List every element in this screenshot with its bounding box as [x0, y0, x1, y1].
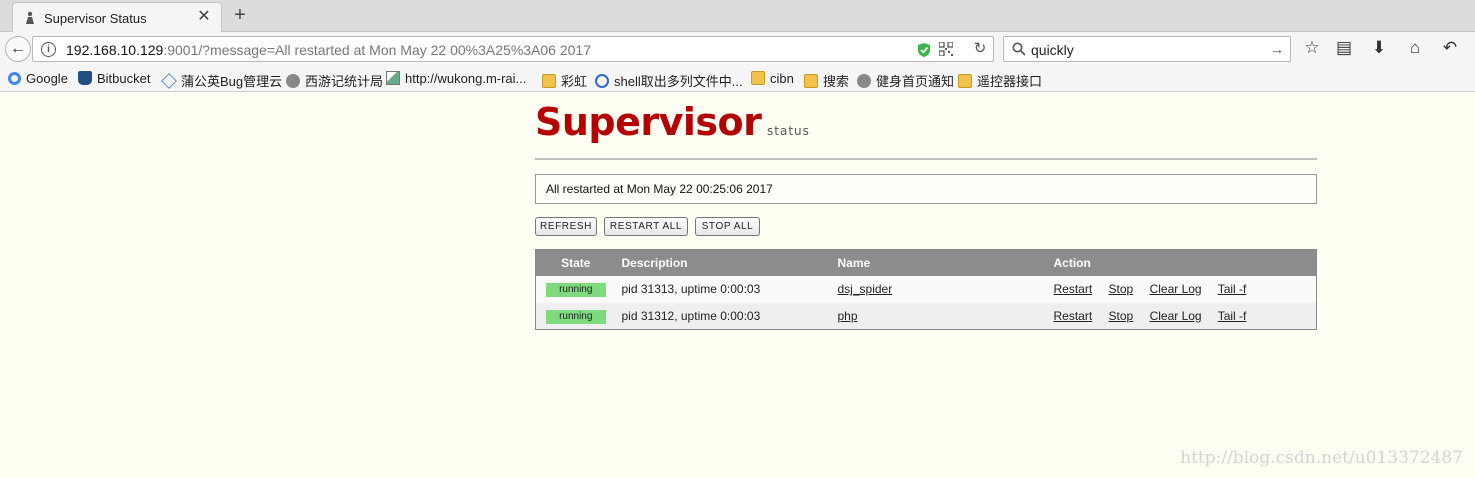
bookmark-label: 搜索: [823, 74, 850, 89]
folder-icon: [958, 74, 972, 88]
globe-icon: [595, 74, 609, 88]
undo-icon[interactable]: ↶: [1440, 38, 1460, 58]
url-path: :9001/?message=All restarted at Mon May …: [163, 42, 591, 58]
description-cell: pid 31313, uptime 0:00:03: [615, 275, 832, 303]
tail-link[interactable]: Tail -f: [1218, 309, 1247, 323]
image-icon: [386, 71, 400, 85]
info-icon[interactable]: i: [41, 42, 56, 57]
url-host: 192.168.10.129: [66, 42, 164, 58]
search-input[interactable]: quickly: [1031, 42, 1074, 58]
folder-icon: [804, 74, 818, 88]
bookmark-label: cibn: [770, 71, 794, 86]
url-text[interactable]: 192.168.10.129:9001/?message=All restart…: [66, 42, 591, 58]
status-message: All restarted at Mon May 22 00:25:06 201…: [535, 174, 1317, 204]
stop-all-button[interactable]: STOP ALL: [695, 217, 760, 236]
tab-title: Supervisor Status: [44, 11, 147, 26]
address-bar[interactable]: i 192.168.10.129:9001/?message=All resta…: [32, 36, 994, 62]
table-row: running pid 31313, uptime 0:00:03 dsj_sp…: [535, 275, 1317, 303]
clear-log-link[interactable]: Clear Log: [1150, 282, 1202, 296]
search-go-arrow-icon[interactable]: →: [1270, 41, 1284, 57]
description-cell: pid 31312, uptime 0:00:03: [615, 302, 832, 330]
reader-icon[interactable]: ▤: [1334, 38, 1354, 58]
bookmark-folder-caihong[interactable]: 彩虹: [542, 71, 588, 89]
bookmark-label: Bitbucket: [97, 71, 151, 86]
logo-subtitle: status: [767, 124, 810, 138]
column-header-name: Name: [831, 249, 1048, 276]
bookmark-label: 蒲公英Bug管理云: [181, 74, 283, 89]
stop-link[interactable]: Stop: [1109, 282, 1134, 296]
header-divider: [535, 158, 1317, 160]
process-table: State Description Name Action running pi…: [535, 249, 1317, 330]
state-cell: running: [535, 302, 616, 330]
download-icon[interactable]: ⬇: [1369, 38, 1389, 58]
bookmark-pgyer[interactable]: 蒲公英Bug管理云: [161, 71, 283, 89]
google-icon: [8, 72, 21, 85]
reload-icon[interactable]: ↻: [971, 40, 989, 58]
status-badge: running: [545, 309, 606, 324]
new-tab-icon[interactable]: +: [230, 5, 250, 25]
globe-icon: [857, 74, 871, 88]
folder-icon: [542, 74, 556, 88]
close-tab-icon[interactable]: ✕: [195, 8, 213, 26]
stop-link[interactable]: Stop: [1109, 309, 1134, 323]
folder-icon: [751, 71, 765, 85]
action-cell: Restart Stop Clear Log Tail -f: [1047, 275, 1317, 303]
tab-strip: Supervisor Status ✕ +: [0, 0, 1475, 32]
tail-link[interactable]: Tail -f: [1218, 282, 1247, 296]
bookmark-fitness[interactable]: 健身首页通知: [857, 71, 955, 89]
star-icon[interactable]: ☆: [1302, 38, 1322, 58]
bookmark-google[interactable]: Google: [8, 71, 68, 87]
bookmark-xiyouji[interactable]: 西游记统计局: [286, 71, 384, 89]
bookmark-label: shell取出多列文件中...: [614, 74, 743, 89]
table-row: running pid 31312, uptime 0:00:03 php Re…: [535, 302, 1317, 330]
bookmark-label: Google: [26, 71, 68, 86]
bookmark-label: 彩虹: [561, 74, 588, 89]
browser-tab[interactable]: Supervisor Status ✕: [12, 2, 222, 32]
clear-log-link[interactable]: Clear Log: [1150, 309, 1202, 323]
status-badge: running: [545, 283, 606, 297]
bookmark-label: 健身首页通知: [876, 74, 955, 89]
column-header-description: Description: [615, 249, 832, 276]
refresh-button[interactable]: REFRESH: [535, 217, 597, 236]
name-cell: dsj_spider: [831, 275, 1048, 303]
home-icon[interactable]: ⌂: [1405, 38, 1425, 58]
back-arrow-icon[interactable]: ←: [5, 36, 31, 62]
bookmark-bitbucket[interactable]: Bitbucket: [78, 71, 150, 87]
restart-link[interactable]: Restart: [1054, 282, 1093, 296]
action-cell: Restart Stop Clear Log Tail -f: [1047, 302, 1317, 330]
search-icon: [1012, 42, 1026, 56]
process-name-link[interactable]: php: [838, 309, 858, 323]
restart-all-button[interactable]: RESTART ALL: [604, 217, 688, 236]
column-header-state: State: [535, 249, 616, 276]
bookmark-wukong[interactable]: http://wukong.m-rai...: [386, 71, 526, 87]
bookmark-label: 西游记统计局: [305, 74, 384, 89]
supervisor-favicon-icon: [26, 11, 34, 24]
column-header-action: Action: [1047, 249, 1317, 276]
table-header-row: State Description Name Action: [535, 249, 1317, 276]
process-name-link[interactable]: dsj_spider: [838, 282, 893, 296]
bookmarks-bar: Google Bitbucket 蒲公英Bug管理云 西游记统计局 http:/…: [0, 66, 1475, 92]
bookmark-label: http://wukong.m-rai...: [405, 71, 527, 86]
search-bar[interactable]: quickly →: [1003, 36, 1291, 62]
navigation-toolbar: ← i 192.168.10.129:9001/?message=All res…: [0, 32, 1475, 66]
bookmark-label: 遥控器接口: [977, 74, 1043, 89]
logo-title: Supervisor: [535, 100, 762, 144]
qr-code-icon[interactable]: [939, 42, 953, 56]
name-cell: php: [831, 302, 1048, 330]
bookmark-folder-remote[interactable]: 遥控器接口: [958, 71, 1043, 89]
bookmark-shell[interactable]: shell取出多列文件中...: [595, 71, 743, 89]
restart-link[interactable]: Restart: [1054, 309, 1093, 323]
bitbucket-icon: [78, 71, 92, 85]
bookmark-folder-cibn[interactable]: cibn: [751, 71, 794, 87]
watermark: http://blog.csdn.net/u013372487: [1180, 448, 1463, 468]
state-cell: running: [535, 275, 616, 303]
globe-icon: [286, 74, 300, 88]
supervisor-logo: Supervisor status: [535, 100, 810, 150]
shield-icon[interactable]: [917, 42, 931, 58]
bookmark-folder-search[interactable]: 搜索: [804, 71, 850, 89]
cube-icon: [161, 73, 177, 89]
